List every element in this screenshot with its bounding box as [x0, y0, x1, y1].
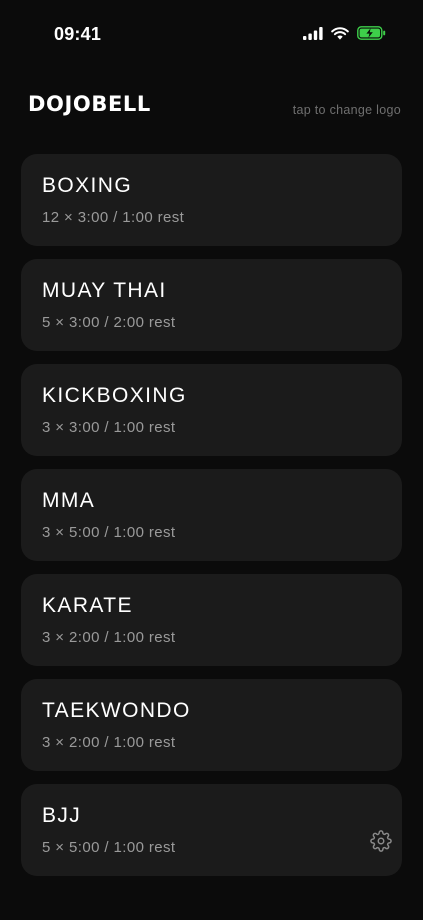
preset-summary: 5 × 3:00 / 2:00 rest [42, 314, 176, 331]
preset-title: BJJ [42, 804, 82, 827]
preset-title: KARATE [42, 594, 133, 617]
preset-summary: 3 × 3:00 / 1:00 rest [42, 419, 176, 436]
preset-title: TAEKWONDO [42, 699, 191, 722]
preset-card-muay-thai[interactable]: MUAY THAI 5 × 3:00 / 2:00 rest [21, 259, 402, 351]
signal-bars-icon [303, 26, 323, 40]
preset-card-bjj[interactable]: BJJ 5 × 5:00 / 1:00 rest [21, 784, 402, 876]
header: DOJOBELL tap to change logo [28, 92, 401, 122]
preset-title: BOXING [42, 174, 133, 197]
preset-summary: 3 × 2:00 / 1:00 rest [42, 734, 176, 751]
preset-card-karate[interactable]: KARATE 3 × 2:00 / 1:00 rest [21, 574, 402, 666]
preset-title: KICKBOXING [42, 384, 187, 407]
battery-charging-icon [357, 26, 386, 40]
preset-card-kickboxing[interactable]: KICKBOXING 3 × 3:00 / 1:00 rest [21, 364, 402, 456]
preset-list: BOXING 12 × 3:00 / 1:00 rest MUAY THAI 5… [21, 154, 402, 889]
preset-title: MMA [42, 489, 96, 512]
preset-card-taekwondo[interactable]: TAEKWONDO 3 × 2:00 / 1:00 rest [21, 679, 402, 771]
preset-title: MUAY THAI [42, 279, 167, 302]
status-bar: 09:41 [0, 0, 423, 70]
app-logo[interactable]: DOJOBELL [28, 92, 151, 116]
wifi-icon [331, 26, 349, 40]
preset-card-mma[interactable]: MMA 3 × 5:00 / 1:00 rest [21, 469, 402, 561]
preset-summary: 12 × 3:00 / 1:00 rest [42, 209, 185, 226]
gear-icon[interactable] [370, 830, 392, 852]
change-logo-hint[interactable]: tap to change logo [293, 103, 401, 117]
preset-card-boxing[interactable]: BOXING 12 × 3:00 / 1:00 rest [21, 154, 402, 246]
preset-summary: 5 × 5:00 / 1:00 rest [42, 839, 176, 856]
preset-summary: 3 × 5:00 / 1:00 rest [42, 524, 176, 541]
status-time: 09:41 [54, 24, 102, 44]
status-icons [303, 26, 386, 40]
preset-summary: 3 × 2:00 / 1:00 rest [42, 629, 176, 646]
